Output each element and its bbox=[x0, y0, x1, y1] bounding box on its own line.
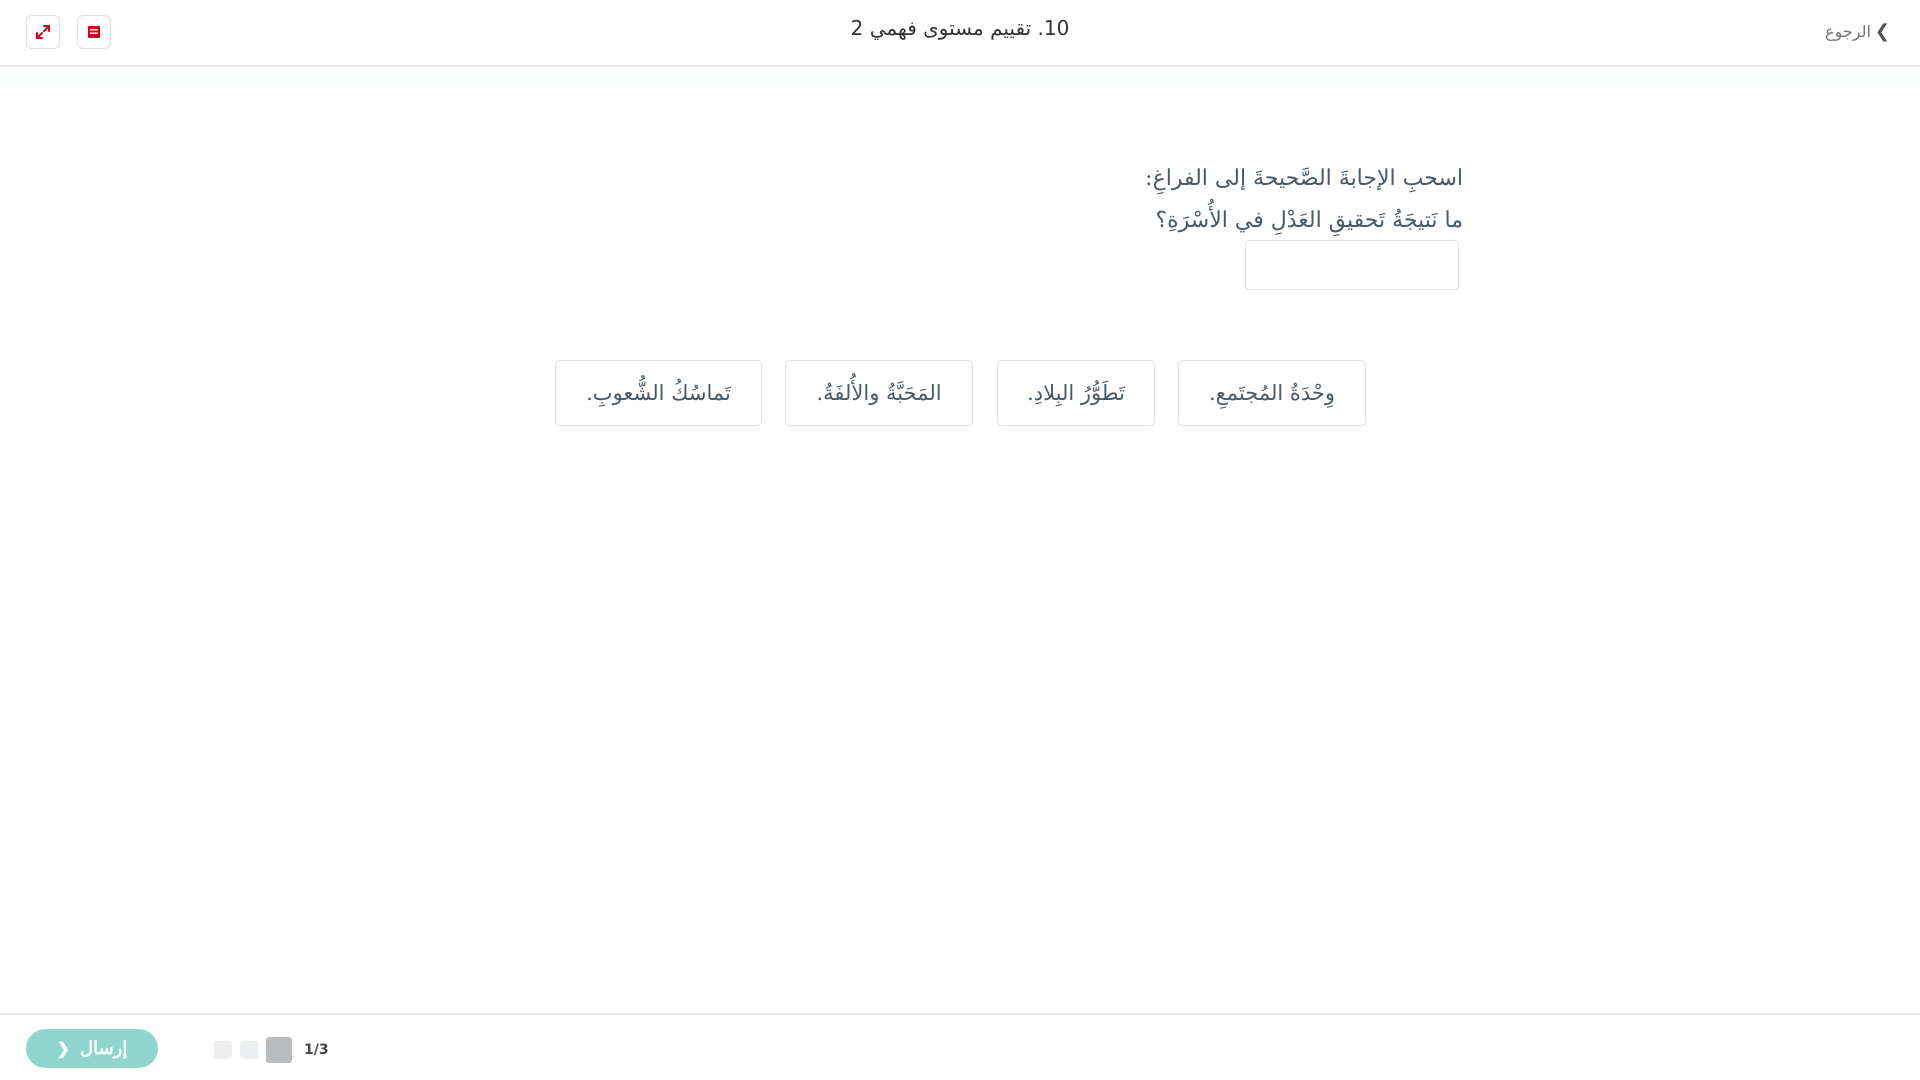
choice-card[interactable]: تَطَوُّرُ البِلادِ. bbox=[997, 360, 1155, 426]
question-block: اسحبِ الإجابةَ الصَّحيحةَ إلى الفراغِ: م… bbox=[1145, 158, 1463, 242]
bottom-bar: إرسال ❮ 1/3 bbox=[0, 1013, 1920, 1080]
choice-card[interactable]: المَحَبَّةُ والأُلفَةُ. bbox=[785, 360, 973, 426]
pagination: 1/3 bbox=[214, 1037, 329, 1063]
submit-button[interactable]: إرسال ❮ bbox=[26, 1029, 158, 1068]
back-label: الرجوع bbox=[1825, 22, 1871, 41]
content-header-strip bbox=[0, 69, 1920, 89]
back-link[interactable]: ❯ الرجوع bbox=[1825, 21, 1890, 42]
question-instruction: اسحبِ الإجابةَ الصَّحيحةَ إلى الفراغِ: bbox=[1145, 166, 1463, 191]
top-bar: 10. تقييم مستوى فهمي 2 ❯ الرجوع bbox=[0, 0, 1920, 67]
page-indicator: 1/3 bbox=[304, 1042, 329, 1058]
submit-label: إرسال bbox=[80, 1038, 128, 1058]
page-dot-active[interactable] bbox=[266, 1037, 292, 1063]
page-title: 10. تقييم مستوى فهمي 2 bbox=[850, 16, 1070, 40]
chevron-left-icon: ❮ bbox=[56, 1040, 71, 1058]
page-dot[interactable] bbox=[240, 1041, 258, 1059]
chevron-right-icon: ❯ bbox=[1874, 21, 1890, 42]
answer-drop-zone[interactable] bbox=[1245, 240, 1459, 290]
page-dot[interactable] bbox=[214, 1041, 232, 1059]
question-prompt: ما نَتيجَةُ تَحقيقِ العَدْلِ في الأُسْرَ… bbox=[1155, 208, 1463, 233]
choice-card[interactable]: وِحْدَةُ المُجتَمعِ. bbox=[1178, 360, 1366, 426]
choice-card[interactable]: تَماسُكُ الشُّعوبِ. bbox=[555, 360, 762, 426]
